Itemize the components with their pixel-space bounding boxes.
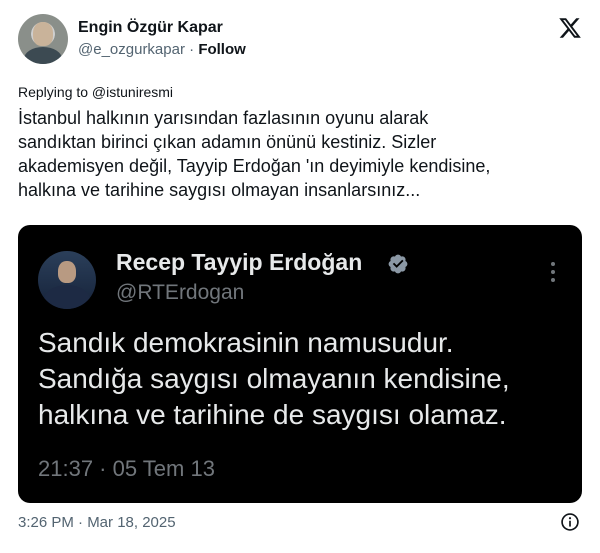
quoted-tweet-card[interactable]: Recep Tayyip Erdoğan @RTErdogan Sandık d… [18, 225, 582, 503]
tweet-header: Engin Özgür Kapar @e_ozgurkapar · Follow [18, 14, 582, 66]
quoted-tweet-time: 21:37 · 05 Tem 13 [38, 456, 215, 481]
tweet-text-line: akademisyen değil, Tayyip Erdoğan 'ın de… [18, 156, 491, 176]
avatar-suit [44, 285, 90, 309]
replying-to[interactable]: Replying to @istuniresmi [18, 84, 173, 100]
more-options-icon[interactable] [550, 262, 556, 284]
avatar-face [58, 261, 76, 283]
handle-separator: · [189, 41, 195, 58]
info-icon[interactable] [560, 512, 580, 532]
tweet-text-line: sandıktan birinci çıkan adamın önünü kes… [18, 132, 437, 152]
avatar-face [33, 22, 53, 46]
quoted-text-line: Sandığa saygısı olmayanın kendisine, [38, 363, 510, 394]
verified-badge-icon [388, 254, 408, 274]
tweet-text: İstanbul halkının yarısından fazlasının … [18, 106, 584, 202]
author-handle[interactable]: @e_ozgurkapar [78, 41, 185, 58]
avatar-shirt [24, 47, 62, 64]
quoted-text-line: Sandık demokrasinin namusudur. [38, 327, 454, 358]
quoted-author-avatar [38, 251, 96, 309]
author-name[interactable]: Engin Özgür Kapar [78, 19, 223, 37]
x-logo-icon[interactable] [558, 16, 582, 40]
quoted-author-name: Recep Tayyip Erdoğan [116, 249, 363, 275]
quoted-text-line: halkına ve tarihine de saygısı olamaz. [38, 399, 507, 430]
tweet-text-line: halkına ve tarihine saygısı olmayan insa… [18, 180, 421, 200]
author-avatar[interactable] [18, 14, 68, 64]
quoted-author-handle: @RTErdogan [116, 281, 245, 304]
author-handle-row: @e_ozgurkapar · Follow [78, 41, 246, 58]
quoted-tweet-text: Sandık demokrasinin namusudur. Sandığa s… [38, 325, 568, 433]
follow-button[interactable]: Follow [198, 41, 246, 58]
tweet-text-line: İstanbul halkının yarısından fazlasının … [18, 108, 429, 128]
tweet-timestamp[interactable]: 3:26 PM · Mar 18, 2025 [18, 514, 176, 531]
